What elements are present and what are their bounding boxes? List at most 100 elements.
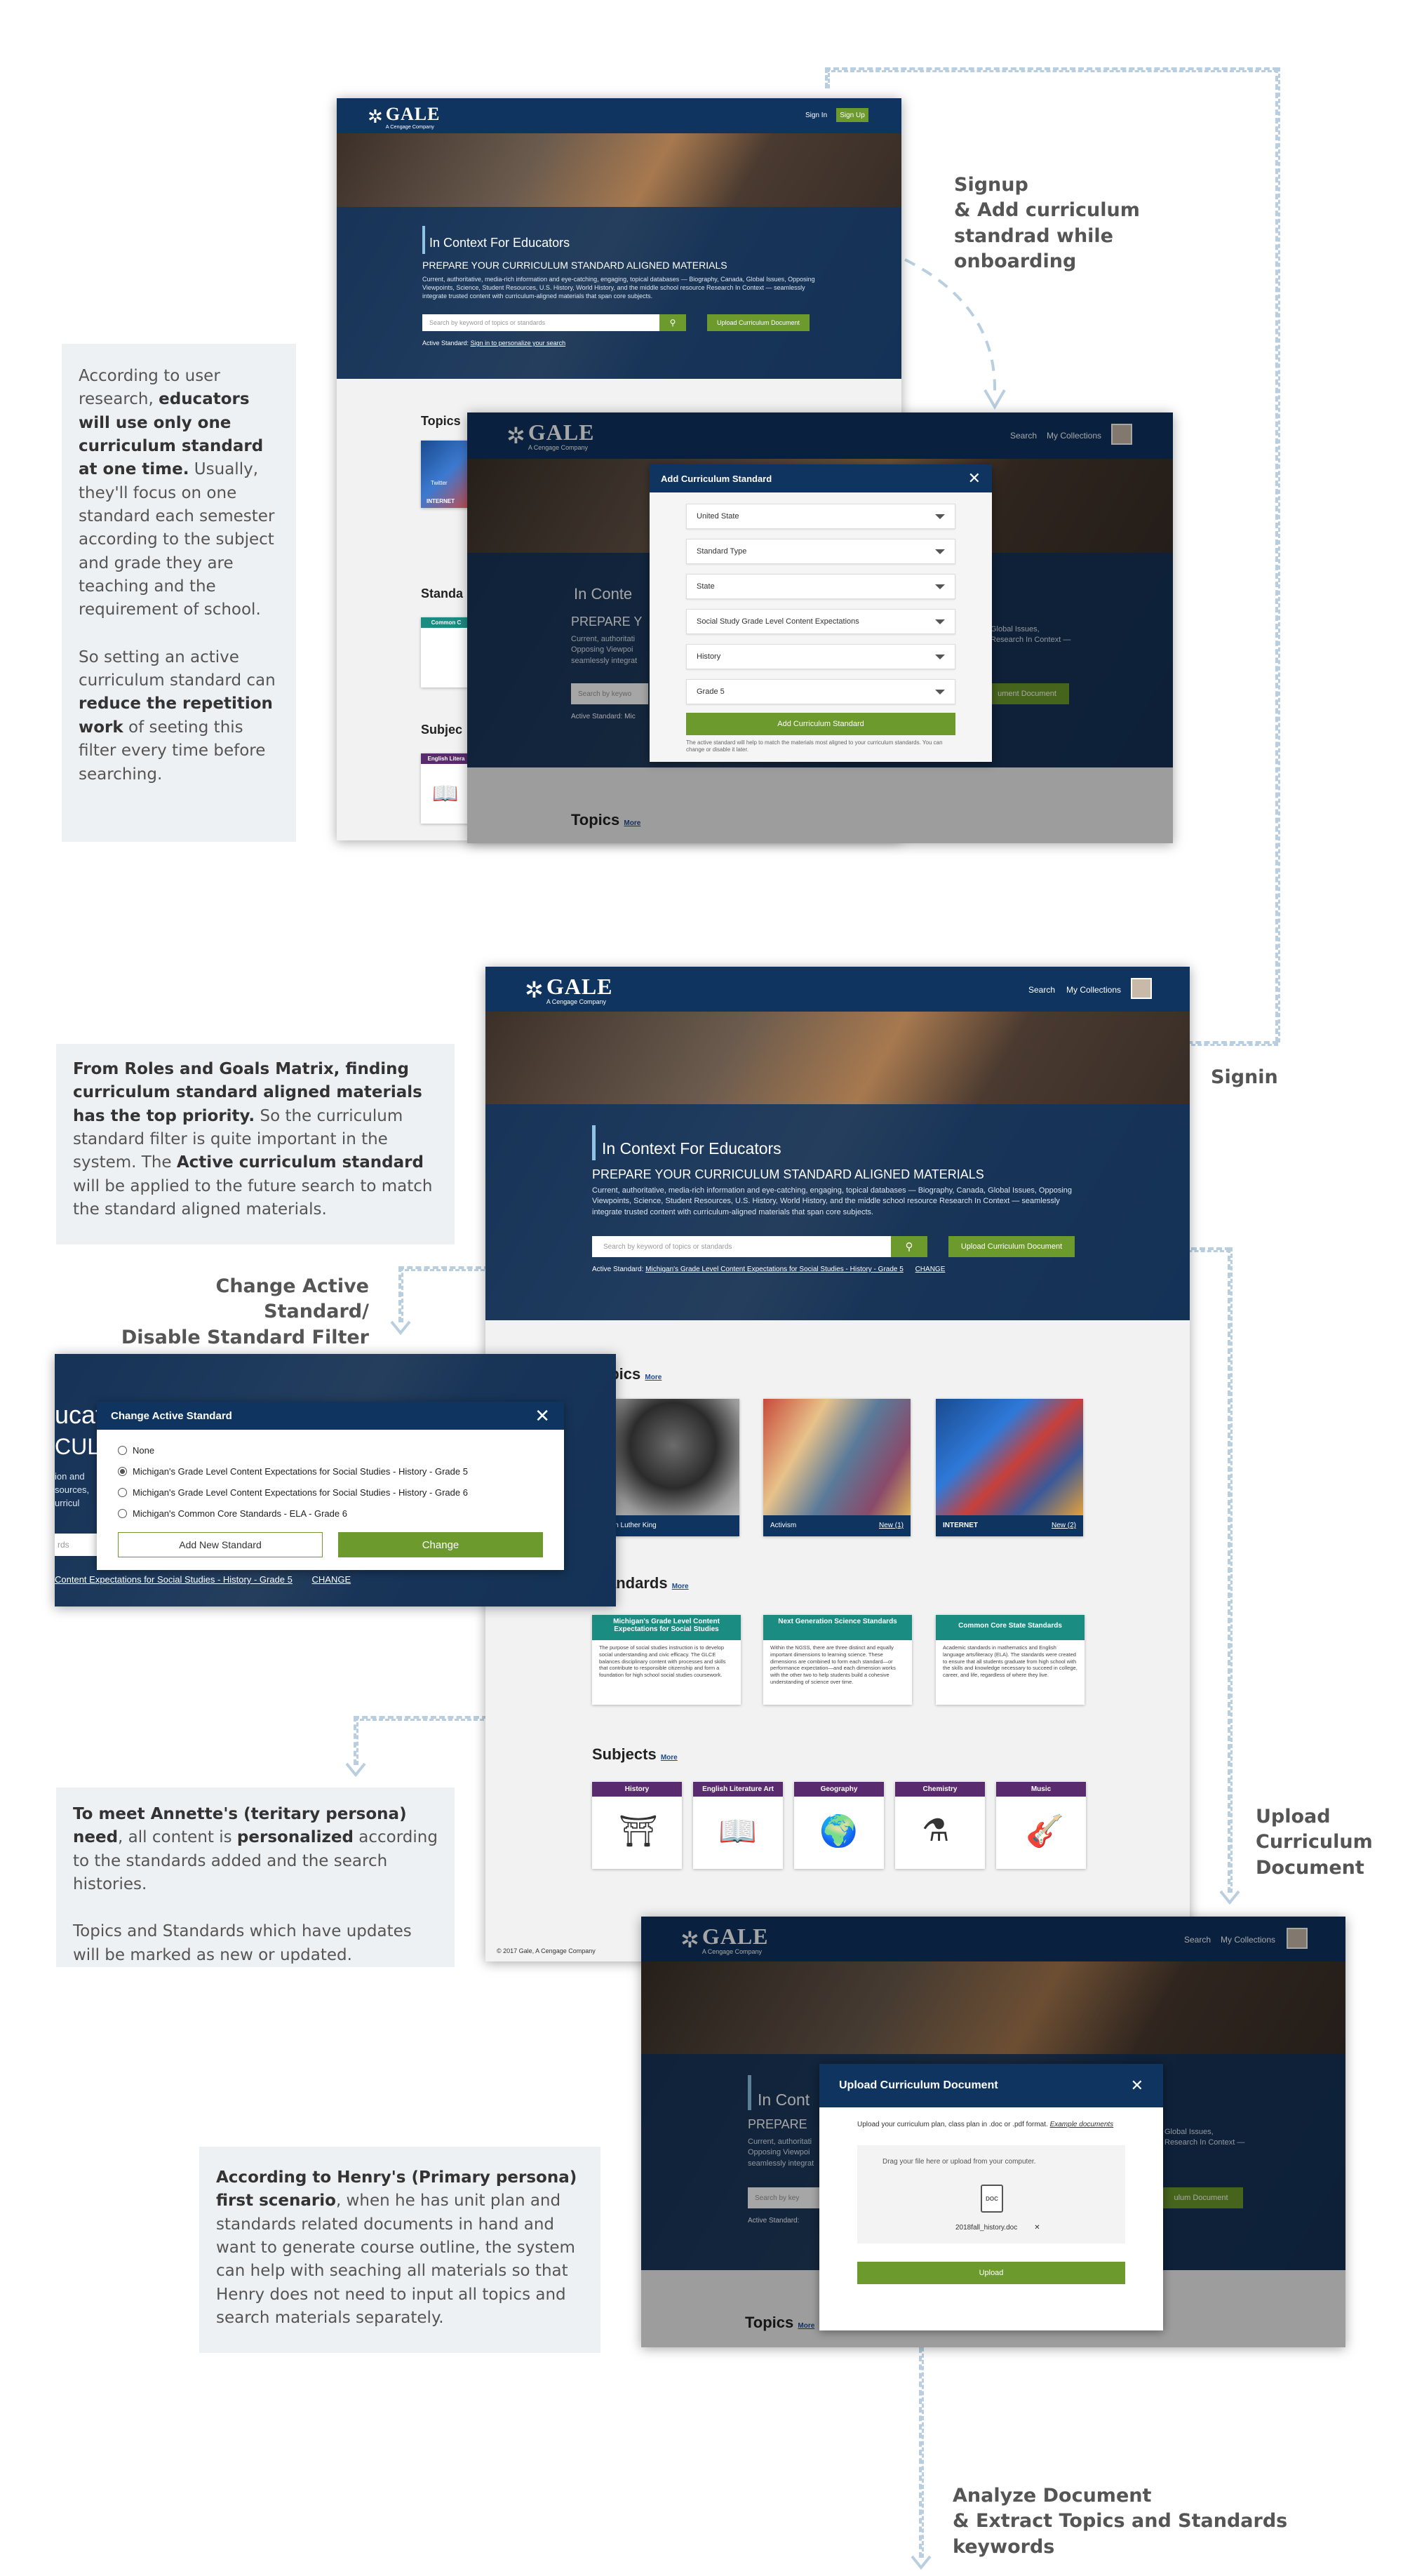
flow-line — [354, 1716, 358, 1765]
state-select[interactable]: State — [686, 574, 955, 599]
upload-modal: Upload Curriculum Document ✕ Upload your… — [819, 2064, 1163, 2330]
radio-option-ela[interactable]: Michigan's Common Core Standards - ELA -… — [118, 1503, 543, 1524]
flow-line — [919, 2347, 924, 2558]
active-standard-line: Active Standard: Sign in to personalize … — [422, 340, 566, 347]
search-input[interactable]: Search by keyword of topics or standards — [592, 1236, 894, 1257]
chevron-down-icon — [935, 654, 945, 659]
flask-icon: ⚗ — [922, 1813, 950, 1848]
upload-button[interactable]: Upload — [857, 2262, 1125, 2284]
topics-more-link[interactable]: More — [645, 1374, 662, 1381]
topic-card[interactable]: Twitter INTERNET — [421, 441, 471, 508]
standard-card[interactable]: Michigan's Grade Level Content Expectati… — [592, 1615, 741, 1705]
radio-option-grade5[interactable]: Michigan's Grade Level Content Expectati… — [118, 1461, 543, 1482]
add-new-standard-button[interactable]: Add New Standard — [118, 1532, 323, 1557]
flow-curve — [904, 258, 1006, 410]
hero-description: ion and sources, urricul — [55, 1471, 90, 1508]
modal-title: Upload Curriculum Document — [839, 2079, 998, 2091]
standards-more-link[interactable]: More — [672, 1583, 689, 1590]
new-badge[interactable]: New (1) — [879, 1522, 904, 1530]
grade-select[interactable]: Grade 5 — [686, 679, 955, 704]
gale-logo[interactable]: ✲ GALE A Cengage Company — [368, 104, 440, 130]
search-button[interactable]: ⚲ — [891, 1236, 927, 1257]
country-select[interactable]: United State — [686, 504, 955, 529]
section-title-topics: Topics — [421, 414, 461, 428]
hero-accent-bar — [422, 226, 425, 254]
active-standard-value[interactable]: Michigan's Grade Level Content Expectati… — [645, 1266, 904, 1273]
hero-description: Current, authoritative, media-rich infor… — [592, 1186, 1073, 1216]
avatar[interactable] — [1131, 978, 1152, 999]
temple-icon: ⛩ — [619, 1814, 658, 1849]
hero-title: In Context For Educators — [429, 236, 570, 250]
note-annette: To meet Annette's (teritary persona) nee… — [56, 1787, 455, 1967]
topic-card[interactable]: INTERNET New (2) — [936, 1399, 1083, 1536]
flow-line — [825, 67, 1278, 72]
note-emphasis: personalized — [236, 1828, 354, 1847]
modal-title: Add Curriculum Standard — [661, 473, 772, 484]
standard-type-select[interactable]: Standard Type — [686, 539, 955, 564]
modal-header: Upload Curriculum Document ✕ — [819, 2064, 1163, 2107]
add-standard-button[interactable]: Add Curriculum Standard — [686, 713, 955, 735]
arrow-down-icon — [1219, 1890, 1240, 1905]
search-input[interactable]: Search by keyword of topics or standards — [422, 314, 661, 331]
sign-in-personalize-link[interactable]: Sign in to personalize your search — [471, 340, 566, 347]
subject-card-history[interactable]: History ⛩ — [592, 1782, 682, 1869]
search-input[interactable]: rds — [55, 1534, 97, 1556]
subjects-more-link[interactable]: More — [661, 1754, 678, 1762]
active-standard-line: Active Standard: Michigan's Grade Level … — [592, 1266, 946, 1273]
close-icon[interactable]: ✕ — [968, 469, 981, 488]
topic-card[interactable]: Activism New (1) — [763, 1399, 911, 1536]
section-title-standards: Standa — [421, 586, 464, 601]
subject-card-english[interactable]: English Literature Art 📖 — [693, 1782, 783, 1869]
footer-copyright: © 2017 Gale, A Cengage Company — [497, 1947, 596, 1954]
standard-select[interactable]: Social Study Grade Level Content Expecta… — [686, 609, 955, 634]
annotation-upload: Upload Curriculum Document — [1256, 1806, 1373, 1879]
upload-curriculum-button[interactable]: Upload Curriculum Document — [707, 314, 810, 331]
search-button[interactable]: ⚲ — [659, 314, 686, 331]
my-collections-link[interactable]: My Collections — [1066, 985, 1121, 995]
logo-mark-icon: ✲ — [368, 106, 383, 127]
note-text: So setting an active curriculum standard… — [79, 648, 276, 690]
gale-logo[interactable]: ✲ GALE A Cengage Company — [525, 974, 613, 1005]
file-drop-zone[interactable]: Drag your file here or upload from your … — [857, 2145, 1125, 2243]
example-documents-link[interactable]: Example documents — [1050, 2121, 1114, 2128]
subject-card[interactable]: English Litera 📖 — [421, 753, 471, 824]
standard-card[interactable]: Common Core State Standards Academic sta… — [936, 1615, 1085, 1705]
flow-line — [825, 67, 830, 88]
change-button[interactable]: Change — [338, 1532, 543, 1557]
section-title-subjects: Subjects More — [592, 1745, 678, 1763]
add-standard-modal: Add Curriculum Standard ✕ United State S… — [650, 464, 992, 762]
annotation-change-active: Change Active Standard/ Disable Standard… — [121, 1275, 369, 1348]
subject-select[interactable]: History — [686, 644, 955, 669]
upload-curriculum-button[interactable]: Upload Curriculum Document — [948, 1236, 1075, 1257]
flow-line — [1275, 67, 1280, 1042]
new-badge[interactable]: New (2) — [1052, 1522, 1076, 1530]
standard-card[interactable]: Next Generation Science Standards Within… — [763, 1615, 912, 1705]
topic-caption: INTERNET New (2) — [936, 1515, 1083, 1536]
change-standard-link[interactable]: CHANGE — [915, 1266, 946, 1273]
radio-icon — [118, 1445, 127, 1455]
subject-card-music[interactable]: Music 🎸 — [996, 1782, 1086, 1869]
hero-title: In Context For Educators — [602, 1139, 781, 1158]
subject-card-chemistry[interactable]: Chemistry ⚗ — [895, 1782, 985, 1869]
remove-file-icon[interactable]: ✕ — [1034, 2224, 1040, 2232]
standard-options: None Michigan's Grade Level Content Expe… — [97, 1430, 564, 1557]
radio-option-grade6[interactable]: Michigan's Grade Level Content Expectati… — [118, 1482, 543, 1503]
search-link[interactable]: Search — [1028, 985, 1055, 995]
section-title-subjects: Subjec — [421, 723, 463, 737]
close-icon[interactable]: ✕ — [535, 1405, 550, 1427]
logo-mark-icon: ✲ — [525, 977, 544, 1002]
hero-subtitle: PREPARE YOUR CURRICULUM STANDARD ALIGNED… — [422, 260, 727, 271]
guitar-icon: 🎸 — [1026, 1814, 1064, 1849]
note-text: will be applied to the future search to … — [73, 1176, 433, 1219]
sign-in-link[interactable]: Sign In — [805, 112, 827, 119]
change-standard-modal: Change Active Standard ✕ None Michigan's… — [97, 1402, 564, 1570]
book-icon: 📖 — [718, 1814, 757, 1849]
sign-up-button[interactable]: Sign Up — [836, 108, 868, 122]
subject-card-geography[interactable]: Geography 🌍 — [794, 1782, 884, 1869]
chevron-down-icon — [935, 619, 945, 624]
search-icon: ⚲ — [905, 1241, 913, 1253]
close-icon[interactable]: ✕ — [1131, 2077, 1143, 2095]
topic-caption: Activism New (1) — [763, 1515, 911, 1536]
standard-card[interactable]: Common C — [421, 617, 471, 687]
radio-option-none[interactable]: None — [118, 1440, 543, 1461]
